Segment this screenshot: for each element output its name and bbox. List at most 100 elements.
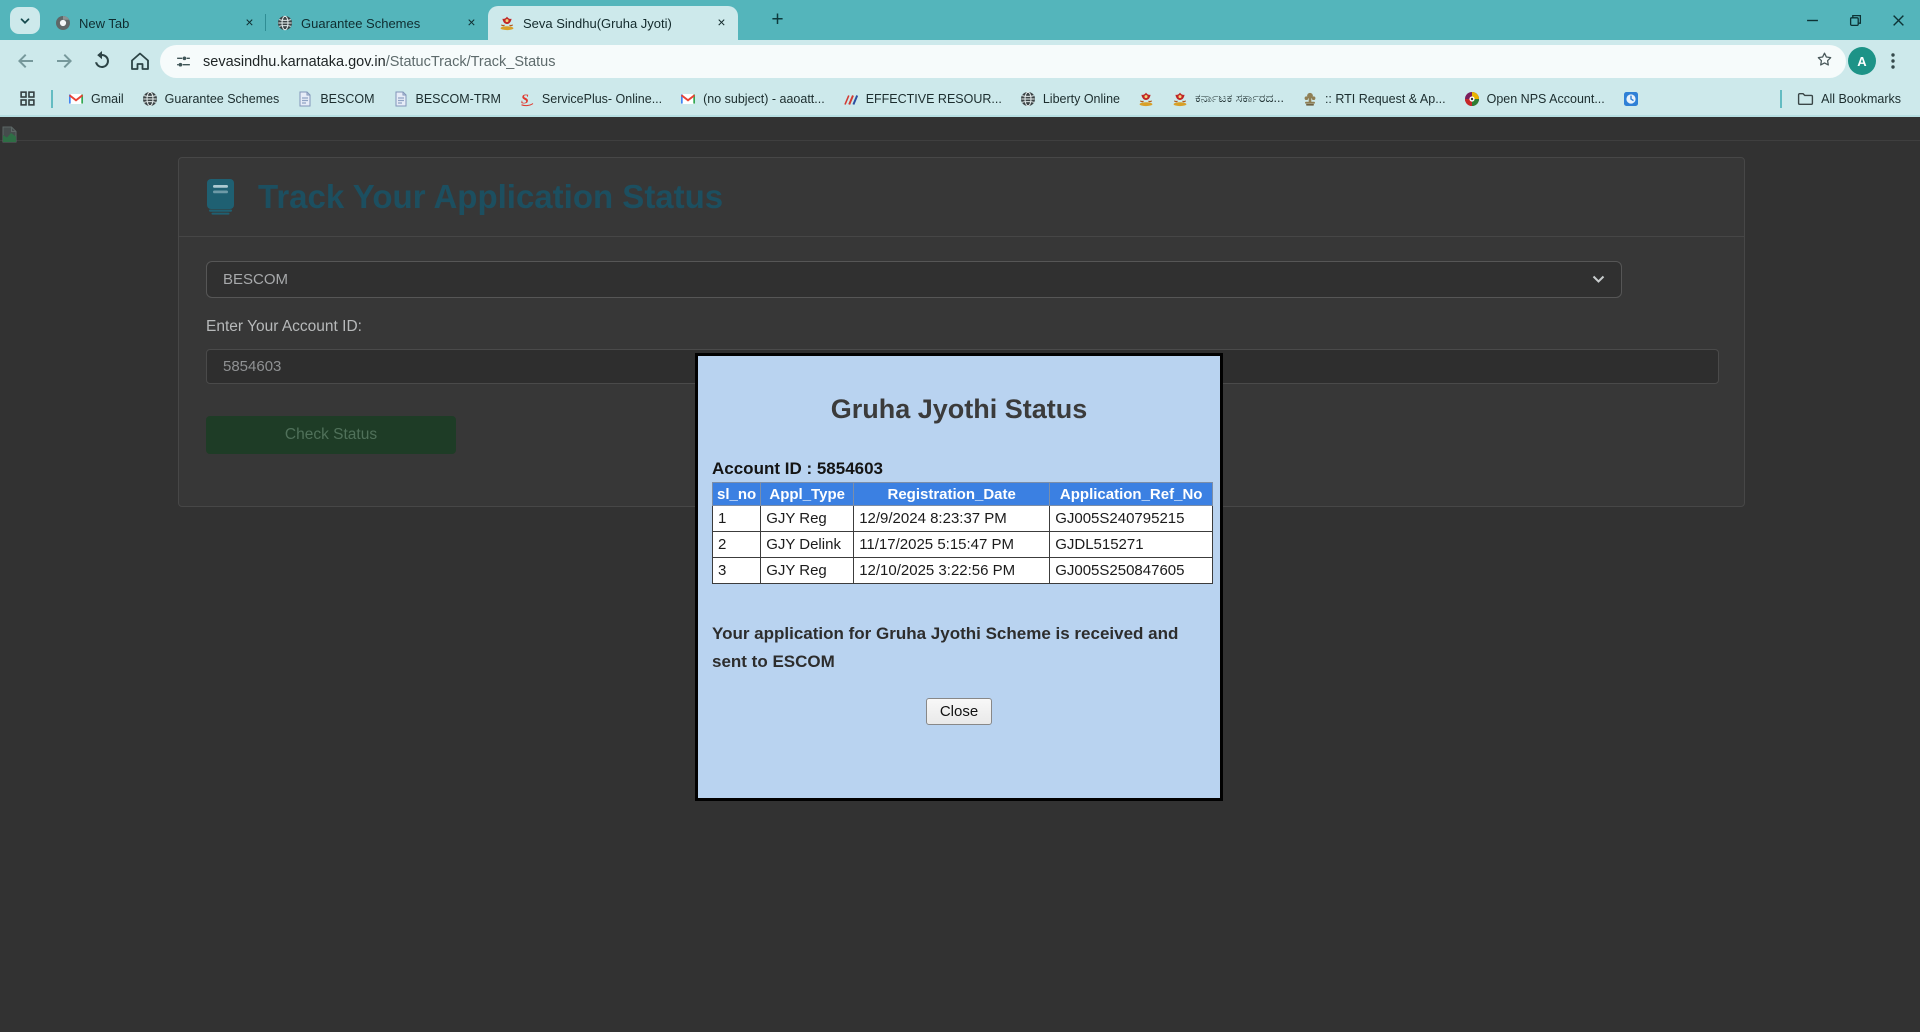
page-divider <box>0 140 1920 141</box>
escom-select-value: BESCOM <box>223 271 288 288</box>
browser-toolbar: sevasindhu.karnataka.gov.in/StatucTrack/… <box>0 40 1920 82</box>
table-cell: 12/10/2025 3:22:56 PM <box>854 558 1050 584</box>
folder-icon <box>1797 90 1814 107</box>
close-window-button[interactable] <box>1877 0 1920 40</box>
karnataka-emblem-icon <box>499 15 515 31</box>
three-dots-icon <box>1881 49 1905 73</box>
tab-close-icon[interactable]: × <box>463 15 480 32</box>
account-id-value: 5854603 <box>223 358 281 375</box>
account-id-label: Enter Your Account ID: <box>206 318 362 336</box>
url-domain: sevasindhu.karnataka.gov.in <box>203 54 386 70</box>
lion-capital-icon <box>1302 91 1318 107</box>
all-bookmarks-label: All Bookmarks <box>1821 92 1901 106</box>
gmail-icon <box>68 91 84 107</box>
bookmark-item-7[interactable]: EFFECTIVE RESOUR... <box>834 86 1011 111</box>
profile-avatar[interactable]: A <box>1848 47 1876 75</box>
reload-button[interactable] <box>90 49 114 73</box>
bookmark-item-11[interactable]: :: RTI Request & Ap... <box>1293 86 1455 111</box>
slashes-icon <box>843 91 859 107</box>
browser-tab-3[interactable]: Seva Sindhu(Gruha Jyoti) × <box>488 6 738 40</box>
tab-close-icon[interactable]: × <box>713 15 730 32</box>
check-status-button[interactable]: Check Status <box>206 416 456 454</box>
minimize-button[interactable] <box>1791 0 1834 40</box>
close-icon <box>1892 14 1905 27</box>
forward-button[interactable] <box>52 49 76 73</box>
tab-close-icon[interactable]: × <box>241 15 258 32</box>
bookmark-item-3[interactable]: BESCOM <box>288 86 383 111</box>
blue-app-icon <box>1623 91 1639 107</box>
url-path: /StatucTrack/Track_Status <box>386 54 556 70</box>
tab-search-button[interactable] <box>10 7 40 34</box>
back-button[interactable] <box>14 49 38 73</box>
avatar-letter: A <box>1857 54 1866 69</box>
modal-title: Gruha Jyothi Status <box>698 394 1220 425</box>
table-header-cell: Appl_Type <box>761 483 854 506</box>
reload-icon <box>90 49 114 73</box>
address-bar[interactable]: sevasindhu.karnataka.gov.in/StatucTrack/… <box>160 45 1846 78</box>
page-icon <box>393 91 409 107</box>
table-row: 3GJY Reg12/10/2025 3:22:56 PMGJ005S25084… <box>713 558 1213 584</box>
table-cell: 3 <box>713 558 761 584</box>
maximize-button[interactable] <box>1834 0 1877 40</box>
bookmark-items: Gmail Guarantee Schemes BESCOM BESCOM-TR… <box>59 86 1648 111</box>
table-cell: 2 <box>713 532 761 558</box>
bookmark-item-2[interactable]: Guarantee Schemes <box>133 86 289 111</box>
chrome-gray-icon <box>55 15 71 31</box>
bookmark-item-13[interactable] <box>1614 86 1648 111</box>
tab-bar: New Tab × Guarantee Schemes × Seva Sindh… <box>0 0 1920 40</box>
bookmarks-separator <box>51 90 53 108</box>
chevron-down-icon <box>1592 275 1605 284</box>
restore-icon <box>1849 14 1862 27</box>
globe-icon <box>142 91 158 107</box>
site-settings-icon[interactable] <box>175 53 192 70</box>
new-tab-button[interactable]: + <box>766 9 789 32</box>
apps-grid-button[interactable] <box>10 86 45 111</box>
page-icon <box>297 91 313 107</box>
bookmark-item-9[interactable] <box>1129 86 1163 111</box>
bookmark-item-4[interactable]: BESCOM-TRM <box>384 86 510 111</box>
table-cell: GJY Delink <box>761 532 854 558</box>
bookmark-star-button[interactable] <box>1815 50 1834 74</box>
browser-tab-1[interactable]: New Tab × <box>44 6 266 40</box>
modal-close-button[interactable]: Close <box>926 698 992 725</box>
table-cell: 1 <box>713 506 761 532</box>
escom-select[interactable]: BESCOM <box>206 261 1622 298</box>
table-cell: 12/9/2024 8:23:37 PM <box>854 506 1050 532</box>
karnataka-emblem-icon <box>1138 91 1154 107</box>
apps-grid-icon <box>19 90 36 107</box>
table-cell: GJDL515271 <box>1050 532 1213 558</box>
table-cell: GJY Reg <box>761 506 854 532</box>
modal-account-id: Account ID : 5854603 <box>712 459 1220 479</box>
table-header-cell: Registration_Date <box>854 483 1050 506</box>
browser-menu-button[interactable] <box>1881 49 1905 73</box>
nps-icon <box>1464 91 1480 107</box>
table-cell: 11/17/2025 5:15:47 PM <box>854 532 1050 558</box>
table-body: 1GJY Reg12/9/2024 8:23:37 PMGJ005S240795… <box>713 506 1213 584</box>
table-row: 2GJY Delink11/17/2025 5:15:47 PMGJDL5152… <box>713 532 1213 558</box>
home-icon <box>128 49 152 73</box>
browser-tab-2[interactable]: Guarantee Schemes × <box>266 6 488 40</box>
all-bookmarks-button[interactable]: All Bookmarks <box>1788 86 1910 111</box>
broken-image-icon <box>2 126 17 143</box>
globe-icon <box>277 15 293 31</box>
bookmarks-bar: Gmail Guarantee Schemes BESCOM BESCOM-TR… <box>0 82 1920 117</box>
bookmarks-right-cluster: All Bookmarks <box>1774 86 1910 111</box>
page-title: Track Your Application Status <box>258 178 723 216</box>
chevron-down-icon <box>18 14 32 28</box>
bookmark-item-5[interactable]: S ServicePlus- Online... <box>510 86 671 111</box>
home-button[interactable] <box>128 49 152 73</box>
journal-book-icon <box>206 179 235 215</box>
gmail-icon <box>680 91 696 107</box>
globe-icon <box>1020 91 1036 107</box>
star-icon <box>1815 50 1834 69</box>
bookmark-item-8[interactable]: Liberty Online <box>1011 86 1129 111</box>
back-arrow-icon <box>14 49 38 73</box>
minimize-icon <box>1806 14 1819 27</box>
forward-arrow-icon <box>52 49 76 73</box>
table-row: 1GJY Reg12/9/2024 8:23:37 PMGJ005S240795… <box>713 506 1213 532</box>
bookmark-item-10[interactable]: ಕರ್ನಾಟಕ ಸರ್ಕಾರದ... <box>1163 86 1293 111</box>
table-header-cell: sl_no <box>713 483 761 506</box>
bookmark-item-1[interactable]: Gmail <box>59 86 133 111</box>
bookmark-item-12[interactable]: Open NPS Account... <box>1455 86 1614 111</box>
bookmark-item-6[interactable]: (no subject) - aaoatt... <box>671 86 834 111</box>
